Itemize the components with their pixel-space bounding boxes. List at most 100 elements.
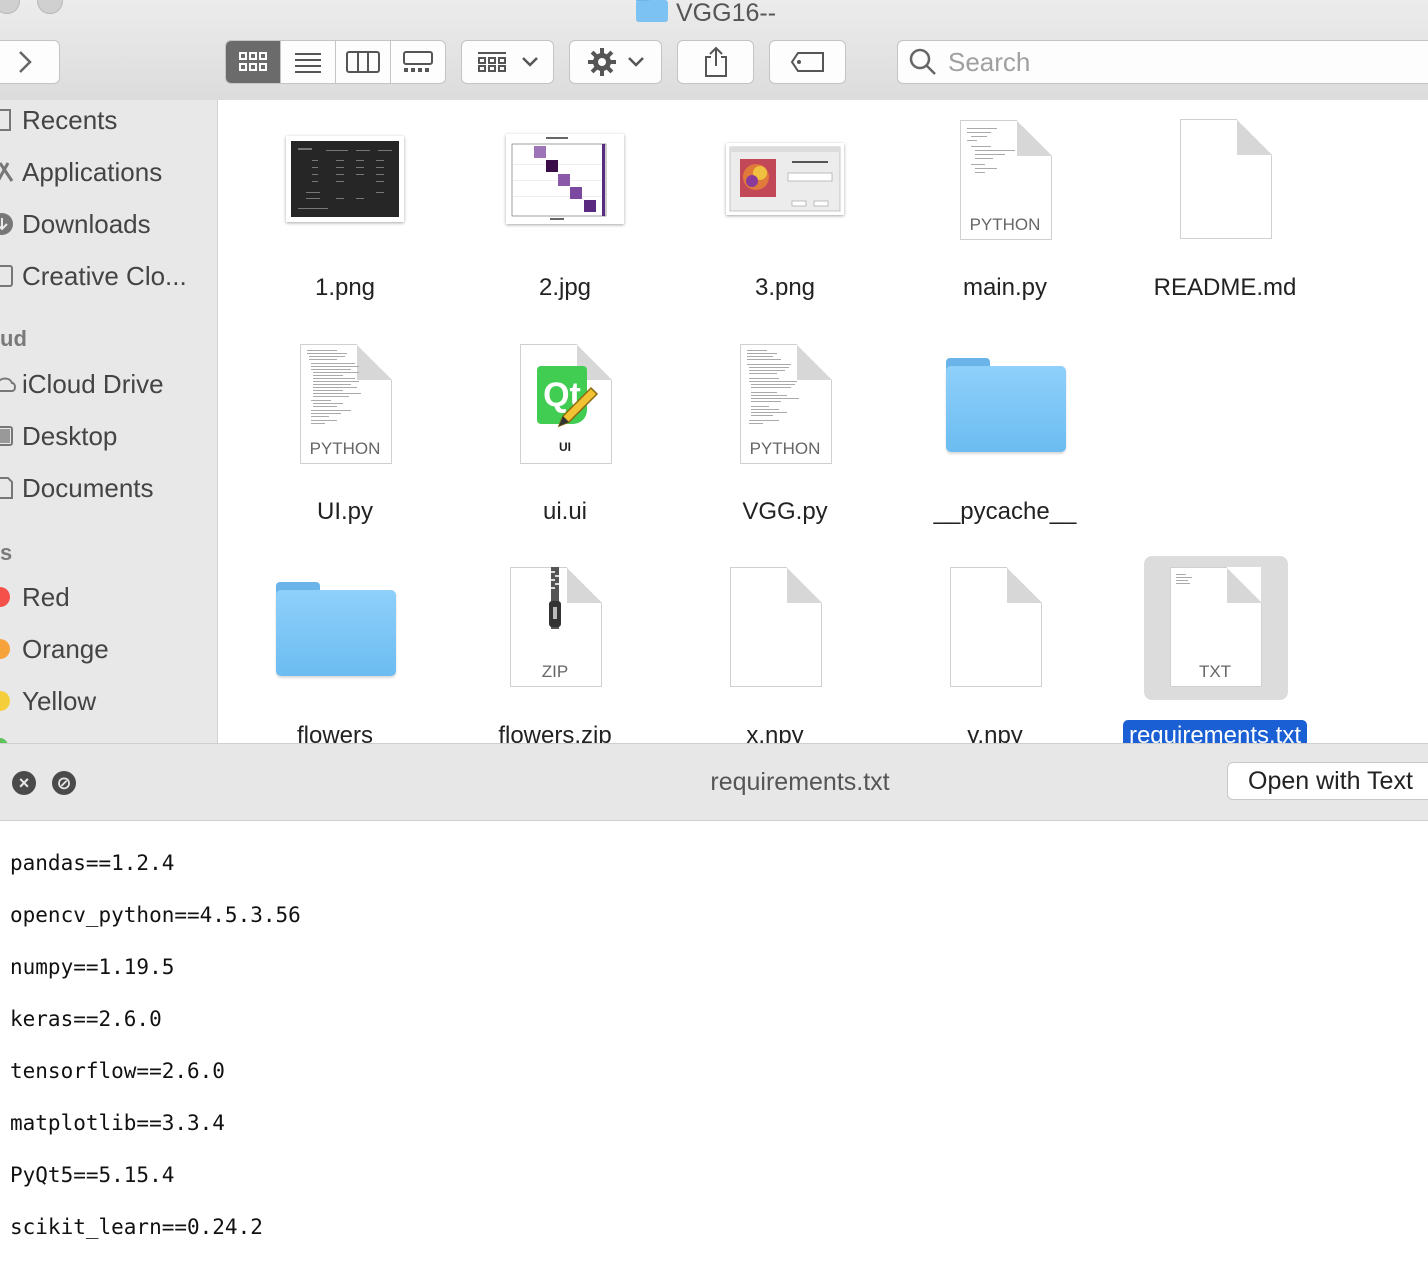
window-title: VGG16-- <box>636 0 776 27</box>
file-name: README.md <box>1153 274 1297 301</box>
file-name: y.npy <box>967 722 1023 743</box>
sidebar-heading-icloud: ud <box>0 326 27 351</box>
icon-view-button[interactable] <box>226 41 281 83</box>
file-item-flowers[interactable]: flowers <box>225 564 445 743</box>
list-view-icon <box>295 53 321 73</box>
search-field[interactable]: Search <box>897 40 1428 84</box>
text-preview <box>1176 574 1192 584</box>
file-name: __pycache__ <box>933 498 1077 525</box>
action-menu-button[interactable] <box>569 40 662 84</box>
sidebar-item-recents[interactable]: Recents <box>0 100 117 140</box>
share-button[interactable] <box>677 40 754 84</box>
text-line: tensorflow==2.6.0 <box>10 1059 225 1083</box>
image-thumbnail <box>506 134 624 224</box>
text-line: pandas==1.2.4 <box>10 851 175 875</box>
gallery-view-icon <box>403 51 433 72</box>
sidebar-item-documents[interactable]: Documents <box>0 468 154 508</box>
page-fold <box>1237 119 1271 155</box>
file-item-ui-py[interactable]: PYTHON UI.py <box>235 340 455 550</box>
folder-icon <box>946 358 1066 452</box>
text-line: numpy==1.19.5 <box>10 955 175 979</box>
file-name: x.npy <box>746 722 804 743</box>
folder-icon <box>636 0 668 22</box>
forward-button[interactable] <box>0 40 60 84</box>
sidebar-item-downloads[interactable]: Downloads <box>0 204 151 244</box>
code-preview <box>967 128 1015 173</box>
column-view-button[interactable] <box>336 41 391 83</box>
grid-view-icon <box>239 52 267 71</box>
file-name: ui.ui <box>542 498 588 525</box>
image-thumbnail <box>286 136 404 222</box>
search-icon <box>909 48 936 75</box>
file-name: flowers <box>296 722 374 743</box>
file-name: flowers.zip <box>498 722 612 743</box>
search-placeholder: Search <box>948 46 1031 77</box>
desktop-icon <box>0 423 18 449</box>
file-item-flowers-zip[interactable]: ZIP flowers.zip <box>445 564 665 743</box>
sidebar-item-tag-orange[interactable]: Orange <box>0 629 109 669</box>
text-line: matplotlib==3.3.4 <box>10 1111 225 1135</box>
file-icon-grid: 1.png 2.jpg 3.png PYTHON main.py README.… <box>218 100 1428 743</box>
sidebar-item-applications[interactable]: Applications <box>0 152 162 192</box>
sidebar-item-icloud-drive[interactable]: iCloud Drive <box>0 364 164 404</box>
group-by-button[interactable] <box>461 40 554 84</box>
file-item-3-png[interactable]: 3.png <box>675 116 895 326</box>
edit-tags-button[interactable] <box>769 40 846 84</box>
creative-cloud-icon <box>0 263 18 289</box>
zoom-window-button[interactable] <box>37 0 63 14</box>
zipper-icon <box>549 567 561 629</box>
gallery-view-button[interactable] <box>391 41 445 83</box>
recents-icon <box>0 107 18 133</box>
text-line: opencv_python==4.5.3.56 <box>10 903 301 927</box>
window-toolbar: VGG16-- Search <box>0 0 1428 101</box>
file-name: 1.png <box>314 274 376 301</box>
page-fold <box>787 567 821 603</box>
page-fold <box>1007 567 1041 603</box>
chevron-down-icon <box>627 57 644 67</box>
group-icon <box>477 52 506 72</box>
code-preview <box>747 350 799 424</box>
orange-tag-icon <box>0 639 10 659</box>
file-name: main.py <box>962 274 1048 301</box>
red-tag-icon <box>0 587 10 607</box>
file-item-1-png[interactable]: 1.png <box>235 116 455 326</box>
file-item-x-npy[interactable]: x.npy <box>665 564 885 743</box>
yellow-tag-icon <box>0 691 10 711</box>
text-line: scikit_learn==0.24.2 <box>10 1215 263 1239</box>
chevron-right-icon <box>19 51 32 73</box>
file-name: UI.py <box>316 498 373 525</box>
gear-icon <box>587 48 616 76</box>
sidebar-item-tag-yellow[interactable]: Yellow <box>0 681 96 721</box>
file-item-ui-ui[interactable]: Qt UI ui.ui <box>455 340 675 550</box>
column-view-icon <box>346 51 380 73</box>
file-name: 2.jpg <box>538 274 592 301</box>
file-item-pycache[interactable]: __pycache__ <box>895 340 1115 550</box>
share-icon <box>704 46 727 77</box>
page-fold <box>567 567 601 603</box>
icloud-icon <box>0 371 18 397</box>
pencil-icon <box>557 386 599 428</box>
quicklook-title: requirements.txt <box>710 768 890 796</box>
view-mode-selector <box>225 40 446 84</box>
folder-icon <box>276 582 396 676</box>
file-item-y-npy[interactable]: y.npy <box>885 564 1105 743</box>
file-item-requirements-txt[interactable]: TXT requirements.txt <box>1105 556 1325 743</box>
file-item-vgg-py[interactable]: PYTHON VGG.py <box>675 340 895 550</box>
image-thumbnail <box>726 143 844 215</box>
minimize-window-button[interactable] <box>0 0 20 14</box>
file-item-2-jpg[interactable]: 2.jpg <box>455 116 675 326</box>
applications-icon <box>0 159 18 185</box>
tag-icon <box>790 52 824 72</box>
sidebar-item-creative-cloud[interactable]: Creative Clo... <box>0 256 187 296</box>
text-line: PyQt5==5.15.4 <box>10 1163 175 1187</box>
file-item-main-py[interactable]: PYTHON main.py <box>895 116 1115 326</box>
code-preview <box>307 350 361 424</box>
list-view-button[interactable] <box>281 41 336 83</box>
open-with-text-button[interactable]: Open with Text <box>1227 762 1428 800</box>
sidebar-item-desktop[interactable]: Desktop <box>0 416 117 456</box>
file-name: 3.png <box>754 274 816 301</box>
quicklook-header: × ⊘ requirements.txt <box>0 743 1428 821</box>
documents-icon <box>0 475 18 501</box>
sidebar-item-tag-red[interactable]: Red <box>0 577 70 617</box>
file-item-readme-md[interactable]: README.md <box>1115 116 1335 326</box>
